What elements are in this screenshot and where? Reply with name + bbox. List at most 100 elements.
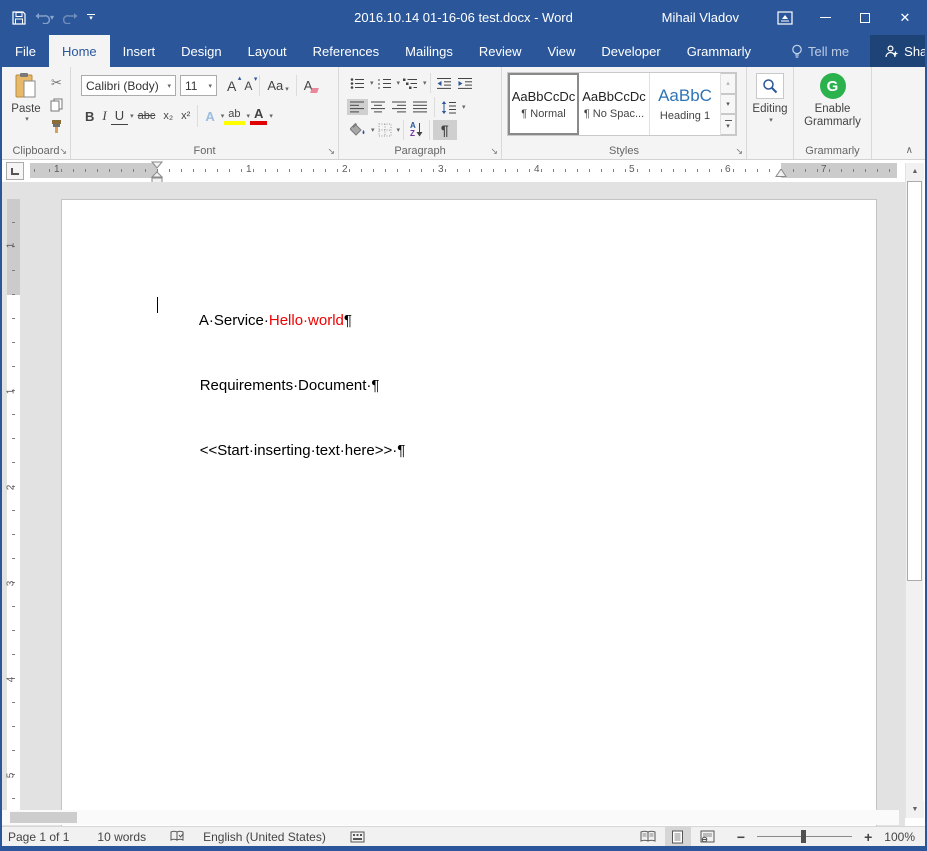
- borders-button[interactable]: [375, 121, 395, 139]
- tab-layout[interactable]: Layout: [235, 35, 300, 67]
- macro-icon[interactable]: [350, 831, 365, 843]
- paragraph-group-label: Paragraph: [394, 145, 446, 157]
- word-count[interactable]: 10 words: [97, 830, 146, 844]
- tab-stop-selector[interactable]: [6, 162, 24, 180]
- text-effects-button[interactable]: A: [201, 108, 218, 125]
- font-name-select[interactable]: Calibri (Body) ▾: [81, 75, 176, 96]
- styles-group-label: Styles: [609, 145, 639, 157]
- zoom-level[interactable]: 100%: [884, 830, 915, 844]
- editing-button[interactable]: Editing ▾: [747, 73, 793, 124]
- align-center-button[interactable]: [368, 99, 389, 115]
- multilevel-dropdown-icon[interactable]: ▾: [423, 79, 427, 87]
- vertical-ruler[interactable]: 1 1 2 3 4 5: [5, 199, 20, 810]
- tab-review[interactable]: Review: [466, 35, 535, 67]
- ribbon-display-options-icon[interactable]: [765, 0, 805, 35]
- web-layout-button[interactable]: [695, 827, 721, 846]
- user-name[interactable]: Mihail Vladov: [662, 10, 739, 25]
- zoom-slider[interactable]: [757, 827, 853, 846]
- style-normal[interactable]: AaBbCcDc ¶ Normal: [508, 73, 579, 135]
- font-size-select[interactable]: 11 ▾: [180, 75, 217, 96]
- horizontal-scrollbar-thumb[interactable]: [10, 812, 77, 823]
- minimize-button[interactable]: [805, 0, 845, 35]
- tab-references[interactable]: References: [300, 35, 392, 67]
- grow-font-button[interactable]: A ▴: [223, 75, 241, 95]
- enable-grammarly-button[interactable]: G Enable Grammarly: [794, 73, 871, 129]
- zoom-out-button[interactable]: −: [733, 829, 749, 845]
- close-button[interactable]: ✕: [885, 0, 925, 35]
- group-grammarly: G Enable Grammarly Grammarly: [794, 67, 872, 159]
- styles-scroll-down-icon[interactable]: ▾: [721, 93, 736, 115]
- clipboard-dialog-launcher-icon[interactable]: ↘: [59, 147, 67, 156]
- collapse-ribbon-icon[interactable]: ∧: [906, 145, 913, 156]
- horizontal-scrollbar[interactable]: [2, 810, 899, 825]
- group-styles: AaBbCcDc ¶ Normal AaBbCcDc ¶ No Spac... …: [502, 67, 747, 159]
- subscript-button[interactable]: x₂: [159, 109, 177, 123]
- tab-mailings[interactable]: Mailings: [392, 35, 466, 67]
- align-right-button[interactable]: [389, 99, 410, 115]
- change-case-button[interactable]: Aa ▾: [263, 77, 292, 94]
- word-window: ▾ ▾ 2016.10.14 01-16-06 test.docx - Word…: [0, 0, 927, 851]
- document-page[interactable]: A·Service·Hello·world¶ Requirements·Docu…: [61, 199, 877, 826]
- style-no-spacing[interactable]: AaBbCcDc ¶ No Spac...: [579, 73, 650, 135]
- show-hide-marks-button[interactable]: ¶: [432, 120, 457, 140]
- styles-dialog-launcher-icon[interactable]: ↘: [735, 147, 743, 156]
- tab-grammarly[interactable]: Grammarly: [674, 35, 764, 67]
- right-indent-marker[interactable]: [775, 169, 787, 178]
- print-layout-button[interactable]: [664, 827, 691, 846]
- highlight-color-button[interactable]: ab: [224, 107, 245, 125]
- document-text[interactable]: A·Service·Hello·world¶ Requirements·Docu…: [158, 297, 405, 492]
- horizontal-ruler[interactable]: 1 1 2 3 4 5 6 7: [30, 161, 897, 185]
- vertical-scrollbar[interactable]: ▲ ▼: [905, 163, 924, 818]
- line-spacing-dropdown-icon[interactable]: ▾: [462, 103, 466, 111]
- decrease-indent-button[interactable]: [434, 75, 455, 92]
- copy-icon[interactable]: [50, 98, 63, 112]
- line-spacing-button[interactable]: [438, 99, 460, 116]
- paste-dropdown-icon[interactable]: ▾: [25, 115, 29, 123]
- style-heading1[interactable]: AaBbC Heading 1: [650, 73, 721, 135]
- scroll-down-icon[interactable]: ▼: [906, 801, 924, 818]
- tab-home[interactable]: Home: [48, 35, 110, 67]
- tab-file[interactable]: File: [2, 35, 49, 67]
- page-indicator[interactable]: Page 1 of 1: [8, 830, 69, 844]
- share-button[interactable]: Share: [870, 35, 925, 67]
- superscript-button[interactable]: x²: [177, 109, 194, 123]
- tab-tell-me[interactable]: Tell me: [778, 35, 862, 67]
- strikethrough-button[interactable]: abc: [134, 109, 160, 123]
- tab-insert[interactable]: Insert: [110, 35, 169, 67]
- italic-button[interactable]: I: [98, 107, 110, 125]
- font-dialog-launcher-icon[interactable]: ↘: [327, 147, 335, 156]
- read-mode-button[interactable]: [635, 827, 661, 846]
- styles-scroll-up-icon[interactable]: ▴: [721, 73, 736, 94]
- zoom-slider-thumb[interactable]: [801, 830, 807, 843]
- borders-dropdown-icon[interactable]: ▾: [397, 126, 401, 134]
- tab-design[interactable]: Design: [168, 35, 234, 67]
- tab-view[interactable]: View: [534, 35, 588, 67]
- bold-button[interactable]: B: [81, 108, 98, 125]
- sort-button[interactable]: AZ: [407, 120, 426, 140]
- maximize-button[interactable]: [845, 0, 885, 35]
- font-color-dropdown-icon[interactable]: ▾: [269, 112, 273, 120]
- zoom-in-button[interactable]: +: [860, 829, 876, 845]
- vertical-scrollbar-thumb[interactable]: [907, 181, 922, 581]
- cut-icon[interactable]: ✂: [51, 75, 62, 91]
- paste-button[interactable]: Paste ▾: [7, 72, 45, 138]
- paragraph-dialog-launcher-icon[interactable]: ↘: [490, 147, 498, 156]
- clear-formatting-button[interactable]: A: [300, 77, 320, 94]
- styles-more-icon[interactable]: ▾: [721, 114, 736, 136]
- proofing-status-icon[interactable]: [170, 830, 185, 843]
- tab-developer[interactable]: Developer: [588, 35, 673, 67]
- increase-indent-button[interactable]: [455, 75, 476, 92]
- shading-button[interactable]: [347, 121, 369, 139]
- editing-dropdown-icon[interactable]: ▾: [769, 116, 773, 124]
- shrink-font-button[interactable]: A ▾: [240, 76, 257, 94]
- numbered-list-button[interactable]: [374, 75, 395, 92]
- justify-button[interactable]: [410, 99, 431, 115]
- format-painter-icon[interactable]: [50, 119, 63, 133]
- multilevel-list-button[interactable]: [400, 75, 421, 92]
- scroll-up-icon[interactable]: ▲: [906, 163, 924, 180]
- underline-button[interactable]: U: [110, 107, 129, 125]
- font-color-button[interactable]: A: [250, 107, 268, 125]
- bullet-list-button[interactable]: [347, 75, 368, 92]
- align-left-button[interactable]: [347, 99, 368, 115]
- language-indicator[interactable]: English (United States): [203, 830, 326, 844]
